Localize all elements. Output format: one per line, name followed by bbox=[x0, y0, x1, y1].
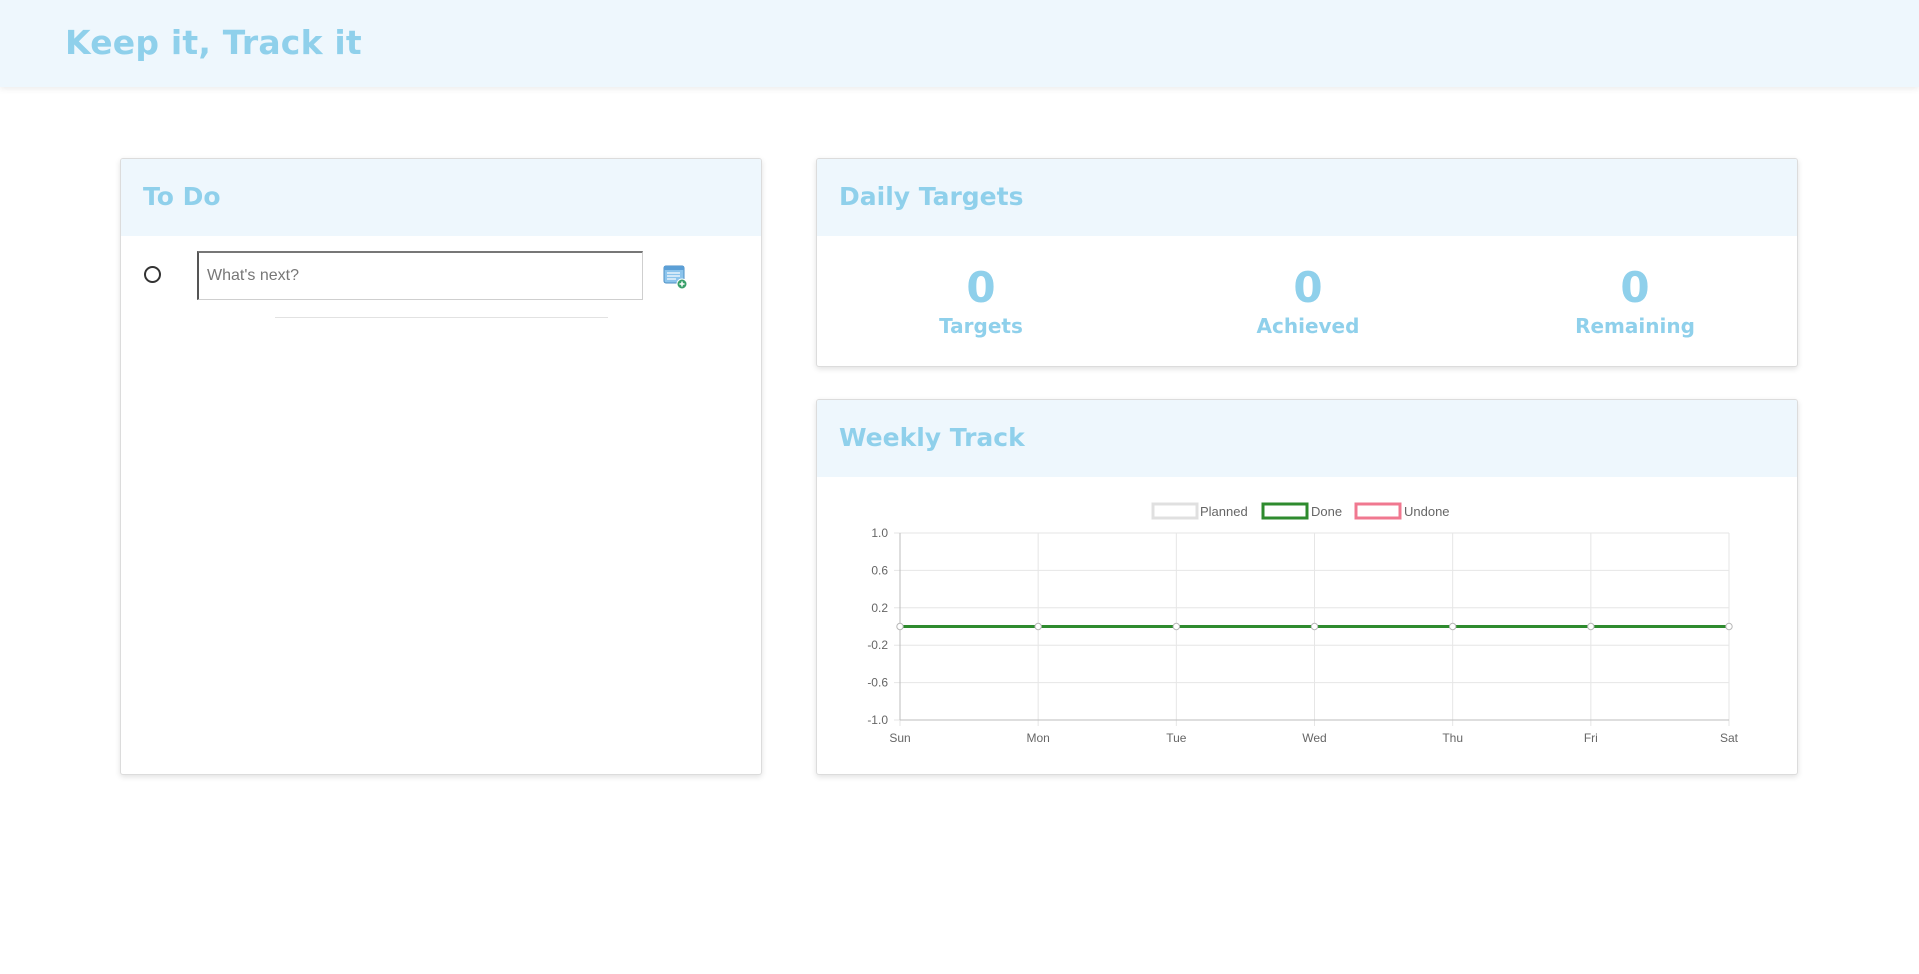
top-bar: Keep it, Track it bbox=[0, 0, 1919, 87]
y-tick-label: -1.0 bbox=[867, 713, 888, 727]
y-tick-label: 1.0 bbox=[871, 526, 888, 540]
todo-divider bbox=[275, 317, 608, 318]
achieved-count: 0 bbox=[1293, 263, 1323, 312]
legend-label-planned: Planned bbox=[1200, 504, 1248, 519]
data-point bbox=[1310, 622, 1319, 631]
todo-panel: To Do bbox=[120, 158, 762, 775]
add-todo-button[interactable] bbox=[662, 263, 689, 290]
add-note-icon bbox=[663, 265, 688, 290]
targets-label: Targets bbox=[939, 314, 1023, 338]
weekly-track-chart: 1.0 0.6 0.2 -0.2 -0.6 -1.0Sun Mon Tue Wed Thu Fri S… bbox=[867, 502, 1739, 745]
weekly-track-title: Weekly Track bbox=[839, 423, 1025, 452]
legend-swatch-undone bbox=[1354, 502, 1402, 520]
y-tick-label: 0.6 bbox=[871, 563, 888, 577]
x-tick-label: Mon bbox=[1026, 731, 1049, 745]
daily-targets-header: Daily Targets bbox=[817, 159, 1797, 236]
legend-swatch-done bbox=[1261, 502, 1309, 520]
x-tick-label: Fri bbox=[1584, 731, 1598, 745]
remaining-label: Remaining bbox=[1575, 314, 1695, 338]
data-point bbox=[1448, 622, 1457, 631]
x-tick-label: Tue bbox=[1166, 731, 1187, 745]
achieved-label: Achieved bbox=[1256, 314, 1360, 338]
data-point bbox=[1725, 622, 1733, 631]
remaining-count: 0 bbox=[1620, 263, 1650, 312]
legend-label-done: Done bbox=[1311, 504, 1342, 519]
data-point bbox=[1172, 622, 1181, 631]
legend-swatch-planned bbox=[1151, 502, 1199, 520]
weekly-track-header: Weekly Track bbox=[817, 400, 1797, 477]
data-point bbox=[896, 622, 904, 631]
x-tick-label: Sun bbox=[889, 731, 910, 745]
todo-complete-radio[interactable] bbox=[144, 266, 161, 283]
legend-label-undone: Undone bbox=[1404, 504, 1450, 519]
weekly-track-panel: Weekly Track 1.0 0.6 0.2 -0.2 -0.6 -1.0 Sun Mon… bbox=[816, 399, 1798, 775]
y-tick-label: 0.2 bbox=[871, 601, 888, 615]
app-title: Keep it, Track it bbox=[65, 23, 362, 62]
data-point bbox=[1034, 622, 1042, 631]
targets-count: 0 bbox=[966, 263, 996, 312]
daily-targets-panel: Daily Targets 0 Targets 0 Achieved 0 Rem… bbox=[816, 158, 1798, 367]
x-tick-label: Thu bbox=[1442, 731, 1463, 745]
todo-input[interactable] bbox=[197, 251, 643, 300]
achieved-stat: 0 Achieved bbox=[1208, 263, 1408, 339]
todo-panel-title: To Do bbox=[143, 182, 221, 211]
daily-targets-title: Daily Targets bbox=[839, 182, 1024, 211]
y-tick-label: -0.2 bbox=[867, 638, 888, 652]
x-tick-label: Wed bbox=[1302, 731, 1326, 745]
y-tick-label: -0.6 bbox=[867, 676, 888, 690]
todo-panel-header: To Do bbox=[121, 159, 761, 236]
data-point bbox=[1587, 622, 1595, 631]
remaining-stat: 0 Remaining bbox=[1535, 263, 1735, 339]
targets-stat: 0 Targets bbox=[881, 263, 1081, 339]
x-tick-label: Sat bbox=[1720, 731, 1739, 745]
